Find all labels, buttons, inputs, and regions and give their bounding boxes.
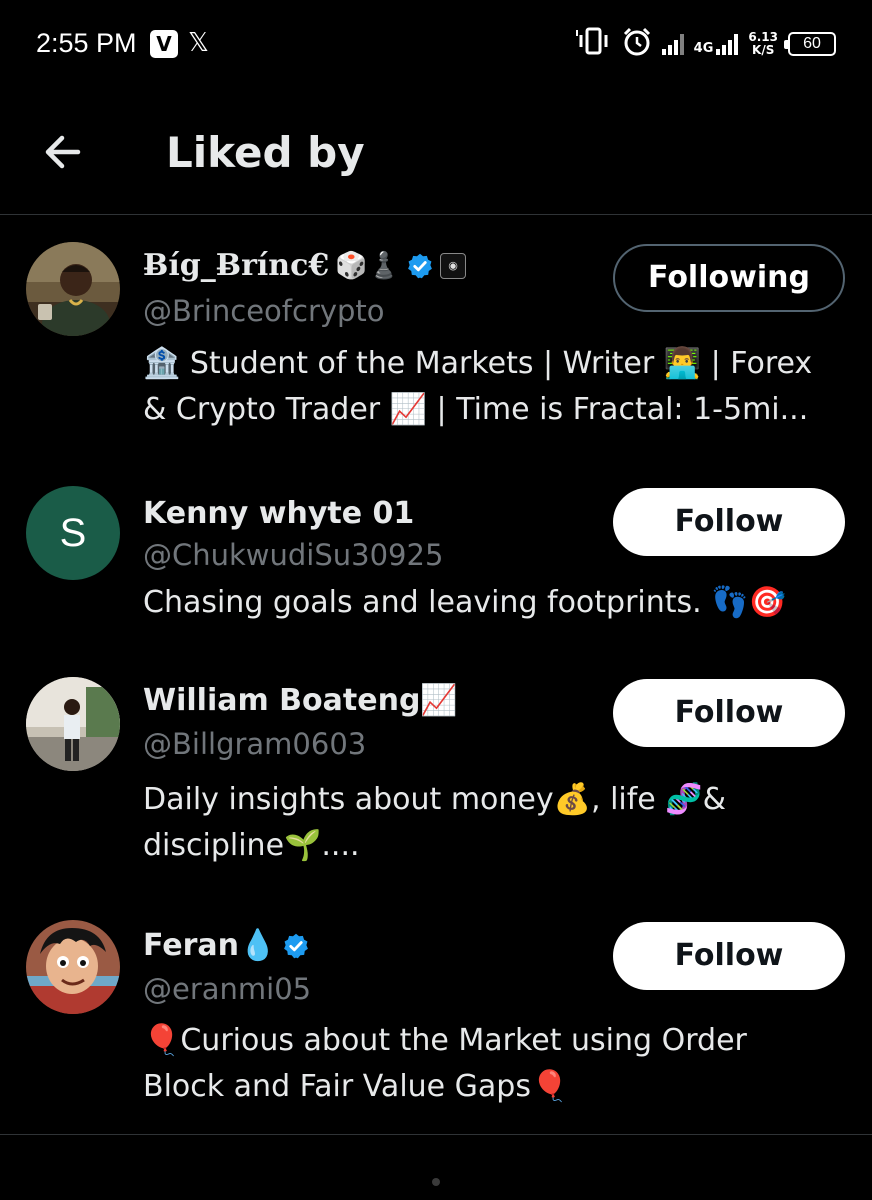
- speed-unit: K/S: [752, 43, 775, 57]
- user-handle[interactable]: @Brinceofcrypto: [143, 294, 385, 328]
- bio-line: discipline🌱....: [143, 828, 360, 863]
- data-speed: 6.13 K/S: [748, 31, 778, 57]
- user-row[interactable]: S Kenny whyte 01 @ChukwudiSu30925 Follow…: [0, 486, 872, 636]
- network-type: 4G: [693, 41, 714, 56]
- display-name[interactable]: Feran💧: [143, 928, 310, 963]
- status-time: 2:55 PM: [36, 28, 137, 58]
- name-text: Ƀíg_Ƀrínc€: [143, 248, 330, 283]
- name-emojis: 🎲♟️: [335, 250, 400, 281]
- bio-line: 🎈Curious about the Market using Order: [143, 1023, 747, 1058]
- avatar-letter[interactable]: S: [26, 486, 120, 580]
- display-name[interactable]: Ƀíg_Ƀrínc€ 🎲♟️ ◉: [143, 248, 466, 283]
- avatar[interactable]: [26, 920, 120, 1014]
- status-indicators: 4G 6.13 K/S 60: [575, 26, 836, 62]
- user-handle[interactable]: @ChukwudiSu30925: [143, 538, 443, 572]
- bio-line: Block and Fair Value Gaps🎈: [143, 1069, 569, 1104]
- vibrate-icon: [575, 26, 612, 62]
- avatar[interactable]: [26, 677, 120, 771]
- vpn-app-icon: V: [150, 30, 178, 58]
- user-bio: 🎈Curious about the Market using Order Bl…: [143, 1018, 855, 1110]
- user-bio: 🏦 Student of the Markets | Writer 👨‍💻 | …: [143, 341, 855, 433]
- page-header: Liked by: [0, 96, 872, 214]
- alarm-icon: [622, 27, 652, 61]
- user-bio: Daily insights about money💰, life 🧬& dis…: [143, 777, 855, 869]
- scroll-indicator: [432, 1178, 440, 1186]
- user-row[interactable]: Ƀíg_Ƀrínc€ 🎲♟️ ◉ @Brinceofcrypto Followi…: [0, 242, 872, 452]
- avatar[interactable]: [26, 242, 120, 336]
- verified-badge-icon: [408, 253, 432, 278]
- verified-badge-icon: [284, 933, 309, 958]
- header-divider: [0, 214, 872, 215]
- follow-button[interactable]: Follow: [613, 679, 845, 747]
- user-handle[interactable]: @Billgram0603: [143, 727, 366, 761]
- status-bar: 2:55 PM V 𝕏 4G 6.13 K/S 60: [0, 0, 872, 88]
- display-name[interactable]: William Boateng📈: [143, 683, 458, 718]
- follow-button[interactable]: Follow: [613, 488, 845, 556]
- page-title: Liked by: [166, 128, 365, 177]
- x-app-icon: 𝕏: [188, 28, 209, 58]
- bio-line: Daily insights about money💰, life 🧬&: [143, 782, 727, 817]
- bio-line: Chasing goals and leaving footprints. 👣🎯: [143, 585, 786, 620]
- battery-icon: 60: [784, 32, 836, 56]
- user-handle[interactable]: @eranmi05: [143, 972, 311, 1006]
- user-bio: Chasing goals and leaving footprints. 👣🎯: [143, 580, 855, 626]
- list-divider: [0, 1134, 872, 1135]
- bio-line: 🏦 Student of the Markets | Writer 👨‍💻 | …: [143, 346, 813, 381]
- user-row[interactable]: Feran💧 @eranmi05 Follow 🎈Curious about t…: [0, 920, 872, 1120]
- name-text: Feran💧: [143, 928, 277, 963]
- user-row[interactable]: William Boateng📈 @Billgram0603 Follow Da…: [0, 677, 872, 877]
- back-arrow-icon[interactable]: [38, 126, 90, 178]
- signal-icon-2: 4G: [694, 33, 739, 55]
- following-button[interactable]: Following: [613, 244, 845, 312]
- bio-line: & Crypto Trader 📈 | Time is Fractal: 1-5…: [143, 392, 809, 427]
- display-name[interactable]: Kenny whyte 01: [143, 496, 414, 531]
- affiliate-badge-icon: ◉: [440, 252, 466, 279]
- signal-icon-1: [661, 33, 684, 55]
- follow-button[interactable]: Follow: [613, 922, 845, 990]
